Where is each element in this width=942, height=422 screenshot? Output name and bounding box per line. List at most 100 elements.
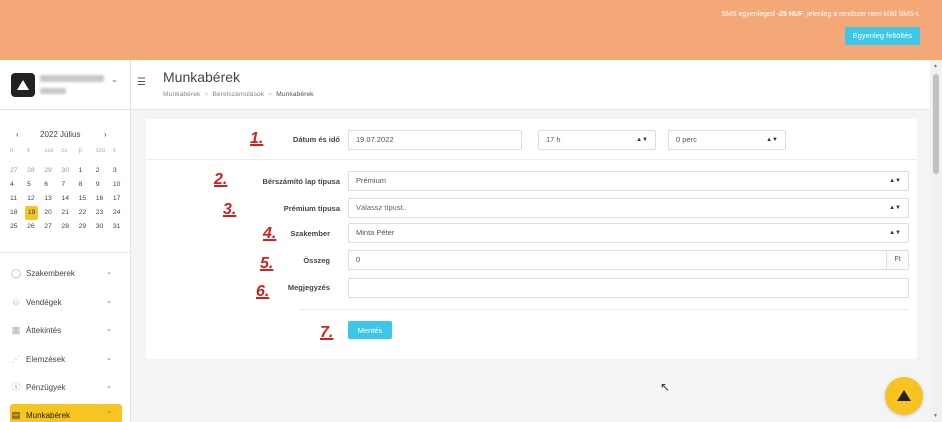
calendar-day[interactable]: 29 [77,220,94,234]
calendar-day[interactable]: 6 [42,178,59,192]
scrollbar[interactable]: ▲ ▼ [930,60,942,422]
mouse-cursor-icon: ↖ [660,380,671,394]
calendar-day[interactable]: 26 [25,220,42,234]
amount-input[interactable]: 0 Ft [348,250,909,270]
sidebar-item-label: Pénzügyek [26,382,66,392]
sidebar-item-penzugyek[interactable]: ⓢ Pénzügyek ⌄ [10,376,122,398]
divider [146,159,917,160]
menu-icon[interactable]: ☰ [137,77,146,88]
sidebar-item-label: Munkabérek [26,410,71,420]
calendar-day[interactable]: 22 [77,206,94,220]
calendar-day[interactable]: 13 [42,192,59,206]
calendar-weekday: k [27,148,31,154]
save-button[interactable]: Mentés [348,321,392,339]
calendar-day[interactable]: 27 [8,164,25,178]
scroll-down-icon[interactable]: ▼ [933,413,938,419]
premium-type-label: Prémium típusa [283,204,340,213]
select-arrows-icon: ▲▼ [766,137,778,143]
scroll-up-icon[interactable]: ▲ [933,63,938,69]
sidebar-item-elemzesek[interactable]: ⋰ Elemzések ⌄ [10,348,122,370]
page-header: ☰ Munkabérek Munkabérek > Bérelszámolások >… [131,60,942,110]
breadcrumb-item[interactable]: Bérelszámolások [212,91,264,98]
sms-balance-text: SMS egyenleged -25 HUF, jelenleg a rends… [721,11,920,18]
account-switcher[interactable]: ⌄ [0,60,131,110]
calendar-day[interactable]: 16 [94,192,111,206]
note-input[interactable] [348,278,909,298]
calendar-day[interactable]: 20 [42,206,59,220]
sidebar-item-vendegek[interactable]: ☺ Vendégek ⌄ [10,291,122,313]
sidebar-item-label: Elemzések [26,354,66,364]
calendar-weekday: cs [61,148,68,154]
chart-icon: ⋰ [11,354,21,364]
calendar-weekdays: h k sze cs p szo v [8,146,128,156]
select-arrows-icon: ▲▼ [889,230,901,236]
calendar-day[interactable]: 1 [77,164,94,178]
calendar-weekday: p [78,148,82,154]
calendar-day[interactable]: 30 [94,220,111,234]
calendar-day[interactable]: 28 [59,220,76,234]
calendar-day[interactable]: 28 [25,164,42,178]
calendar-day[interactable]: 18 [8,206,25,220]
sidebar-item-label: Szakemberek [26,268,75,278]
calendar-header: ‹ 2022 Július › [0,130,131,142]
topup-button[interactable]: Egyenleg feltöltés [844,27,920,45]
calendar-day[interactable]: 27 [42,220,59,234]
person-icon: ◯ [10,268,22,278]
sidebar-item-label: Vendégek [26,297,62,307]
sidebar-item-munkaberek[interactable]: ▤ Munkabérek ⌃ [10,404,122,422]
sms-balance-amount: -25 HUF [776,11,804,18]
payroll-icon: ▤ [11,410,21,420]
hour-select[interactable]: 17 h ▲▼ [538,130,656,150]
calendar-day[interactable]: 8 [77,178,94,192]
calendar-day[interactable]: 10 [111,178,128,192]
breadcrumb-current: Munkabérek [276,91,314,98]
sidebar-item-szakemberek[interactable]: ◯ Szakemberek ⌄ [10,262,122,284]
calendar-day[interactable]: 2 [94,164,111,178]
calendar-day[interactable]: 11 [8,192,25,206]
calendar-day[interactable]: 14 [59,192,76,206]
specialist-label: Szakember [290,229,330,238]
calendar-title: 2022 Július [40,130,81,139]
sidebar-item-attekintes[interactable]: ▦ Áttekintés ⌄ [10,319,122,341]
help-fab-button[interactable] [885,377,923,415]
calendar-day[interactable]: 24 [111,206,128,220]
blurred-account-detail [40,88,66,94]
calendar-prev-button[interactable]: ‹ [16,130,19,139]
calendar-day[interactable]: 23 [94,206,111,220]
calendar-day[interactable]: 15 [77,192,94,206]
chevron-down-icon: ⌄ [106,269,112,276]
calendar-day[interactable]: 5 [25,178,42,192]
annotation-7: 7. [320,324,334,341]
calendar-day[interactable]: 4 [8,178,25,192]
premium-type-select[interactable]: Válassz típust.. ▲▼ [348,198,909,218]
sheet-type-select[interactable]: Prémium ▲▼ [348,171,909,191]
chevron-down-icon: ⌄ [111,75,118,84]
calendar-day[interactable]: 12 [25,192,42,206]
breadcrumb: Munkabérek > Bérelszámolások > Munkabérek [163,91,314,98]
calendar-day[interactable]: 29 [42,164,59,178]
divider [0,252,131,253]
calendar-day[interactable]: 3 [111,164,128,178]
chevron-up-icon: ⌃ [106,411,112,418]
calendar-day[interactable]: 21 [59,206,76,220]
calendar-day[interactable]: 25 [8,220,25,234]
date-input[interactable]: 19.07.2022 [348,130,522,150]
calendar-day[interactable]: 17 [111,192,128,206]
date-time-label: Dátum és idő [292,135,340,144]
minute-select[interactable]: 0 perc ▲▼ [668,130,786,150]
scroll-thumb[interactable] [933,74,939,174]
calendar-day-today[interactable]: 19 [25,206,39,220]
select-arrows-icon: ▲▼ [636,137,648,143]
top-banner: SMS egyenleged -25 HUF, jelenleg a rends… [0,0,942,60]
calendar-weekday: h [10,148,14,154]
calendar-weekday: sze [44,148,54,154]
divider [300,309,909,310]
specialist-select[interactable]: Minta Péter ▲▼ [348,223,909,243]
calendar-day[interactable]: 7 [59,178,76,192]
calendar-day[interactable]: 31 [111,220,128,234]
calendar-next-button[interactable]: › [104,130,107,139]
breadcrumb-item[interactable]: Munkabérek [163,91,200,98]
calendar-day[interactable]: 9 [94,178,111,192]
calendar-day[interactable]: 30 [59,164,76,178]
sidebar-item-label: Áttekintés [26,325,62,335]
